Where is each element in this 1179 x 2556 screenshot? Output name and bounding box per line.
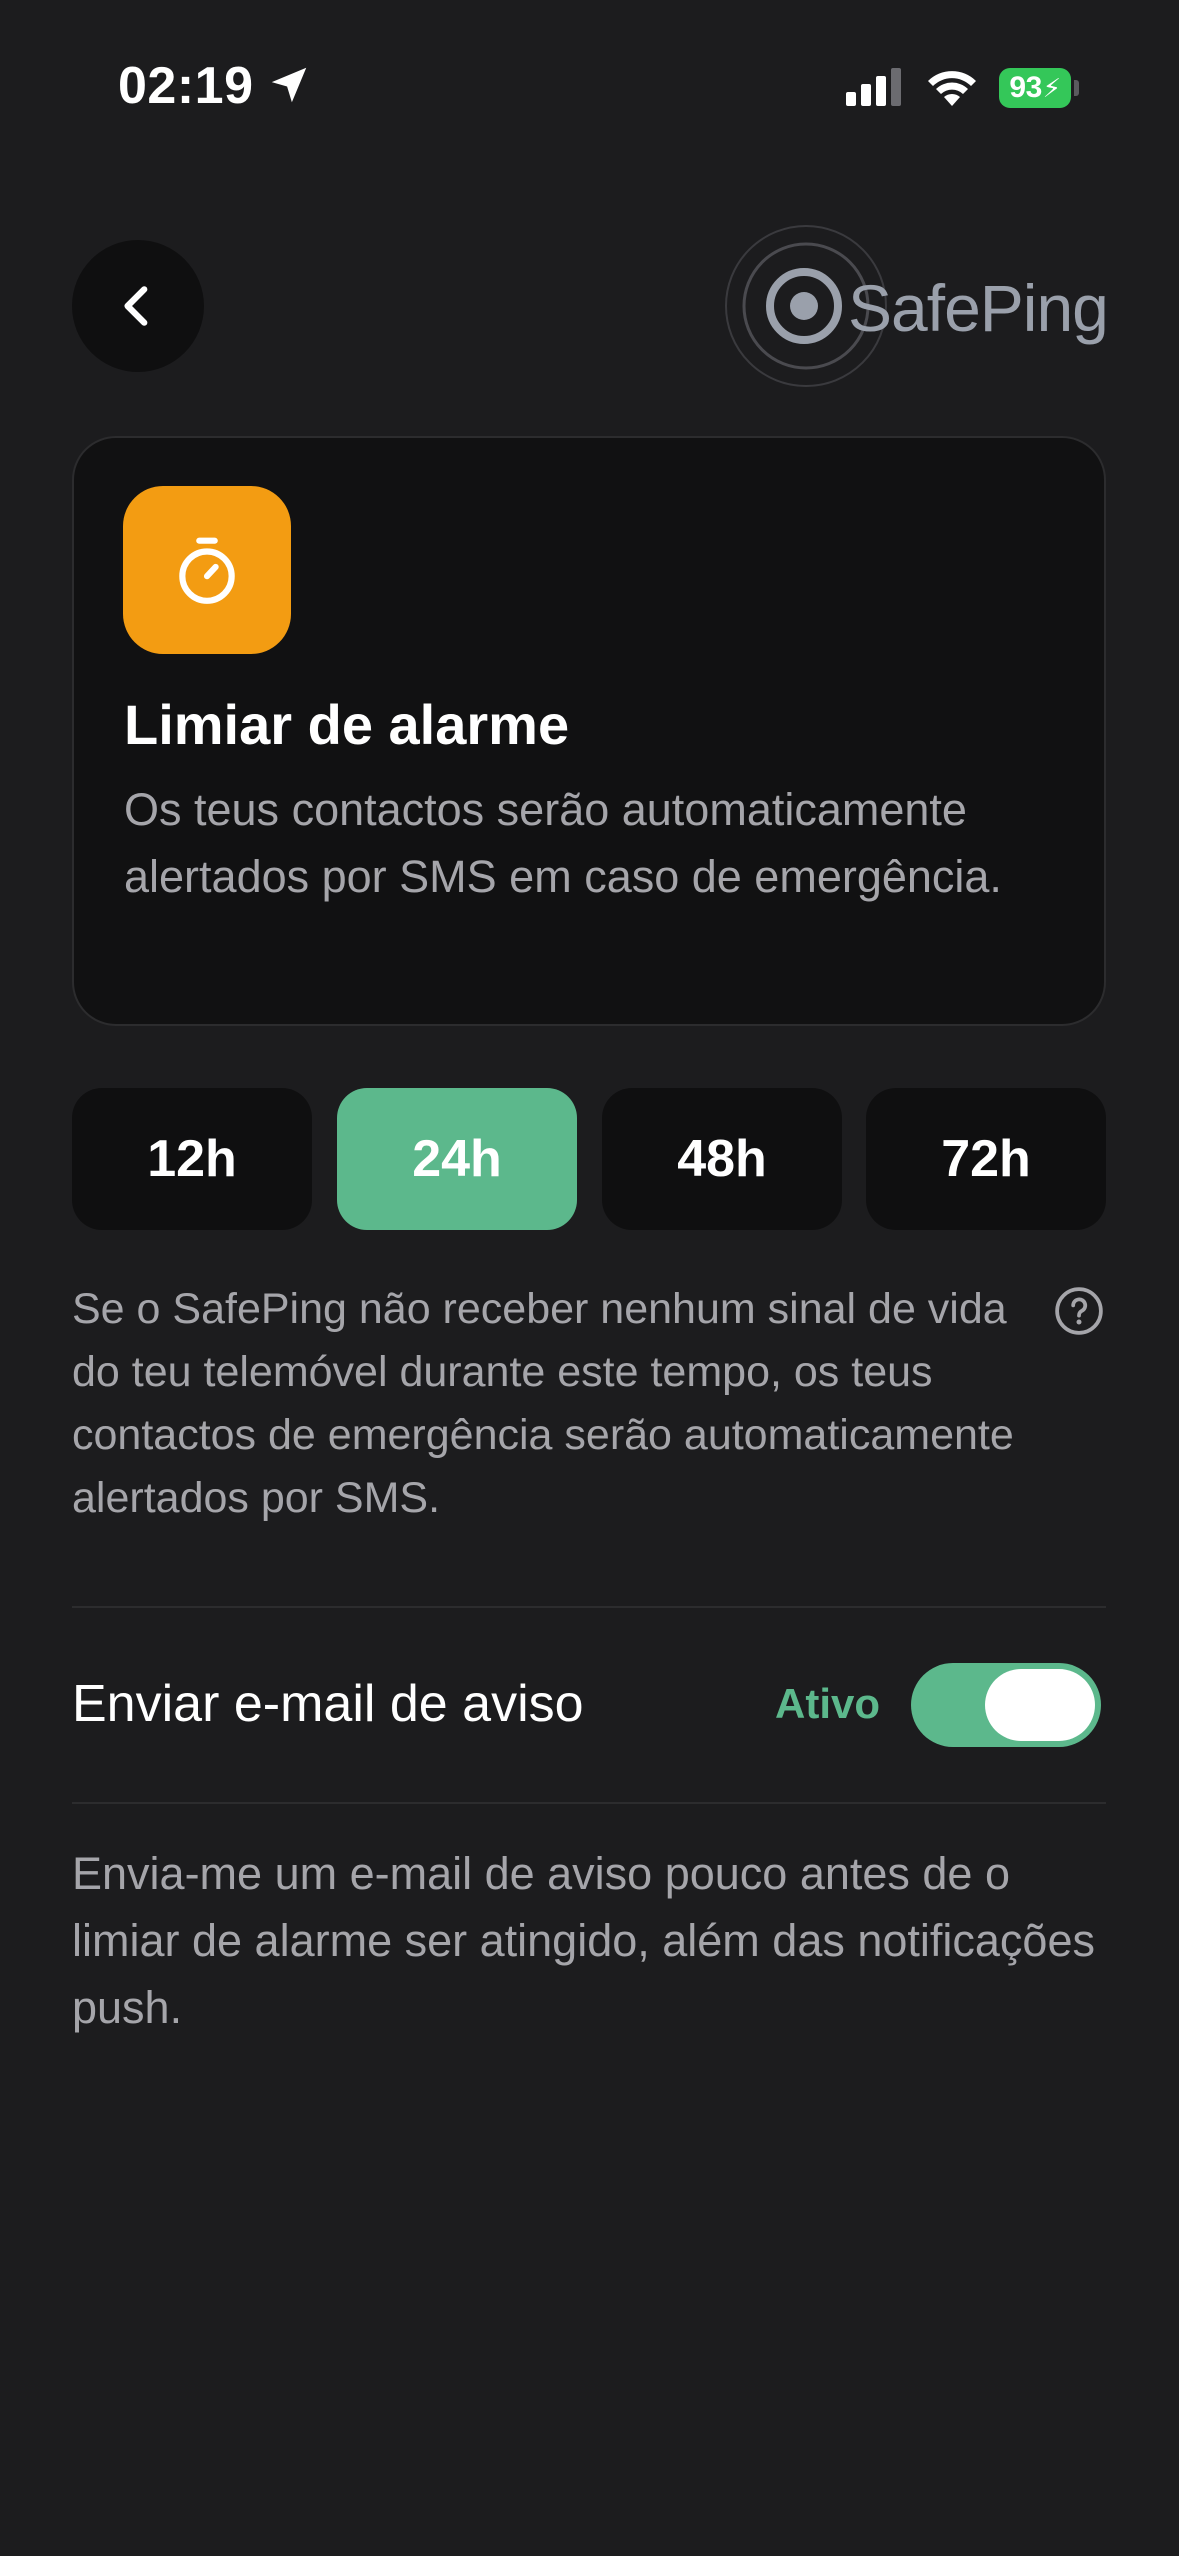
stopwatch-icon: [179, 537, 235, 604]
toggle-knob: [985, 1669, 1095, 1741]
divider-top: [72, 1606, 1106, 1608]
cellular-signal-icon: [846, 68, 901, 106]
location-arrow-icon: [271, 67, 307, 103]
card-description: Os teus contactos serão automaticamente …: [124, 784, 1002, 902]
battery-nub: [1074, 80, 1079, 96]
threshold-option-24h[interactable]: 24h: [337, 1088, 577, 1230]
email-warning-description: Envia-me um e-mail de aviso pouco antes …: [72, 1848, 1095, 2033]
logo-text: SafePing: [848, 271, 1109, 345]
threshold-explanation: Se o SafePing não receber nenhum sinal d…: [72, 1285, 1014, 1522]
battery-level: 93: [1009, 71, 1042, 104]
threshold-option-48h[interactable]: 48h: [602, 1088, 842, 1230]
chevron-left-icon: [124, 286, 148, 326]
email-warning-label: Enviar e-mail de aviso: [72, 1675, 584, 1733]
divider-bottom: [72, 1802, 1106, 1804]
email-warning-toggle[interactable]: [911, 1663, 1101, 1747]
email-warning-status: Ativo: [775, 1680, 880, 1727]
help-icon[interactable]: [1054, 1286, 1104, 1336]
wifi-icon: [928, 71, 976, 106]
card-title: Limiar de alarme: [124, 693, 570, 756]
threshold-option-72h[interactable]: 72h: [866, 1088, 1106, 1230]
battery-indicator: 93 ⚡: [999, 68, 1071, 108]
status-time: 02:19: [118, 57, 254, 115]
threshold-option-12h[interactable]: 12h: [72, 1088, 312, 1230]
card-icon-tile: [123, 486, 291, 654]
charging-bolt-icon: ⚡: [1042, 72, 1061, 103]
back-button[interactable]: [72, 240, 204, 372]
